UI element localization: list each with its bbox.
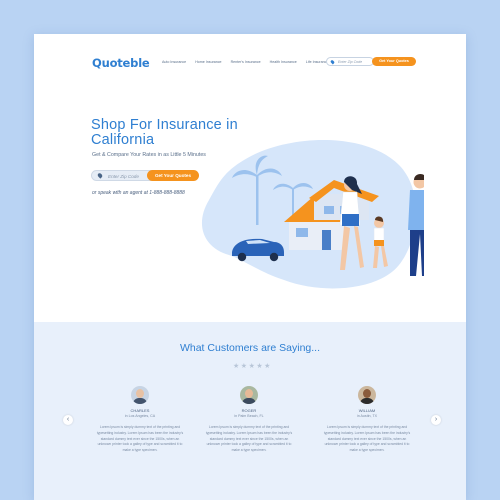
testimonials-title: What Customers are Saying... bbox=[179, 342, 321, 354]
agent-phone-text: or speak with an agent at 1-888-888-8888 bbox=[92, 190, 185, 196]
star-icon: ★ bbox=[240, 363, 248, 370]
customer-quote: Lorem Ipsum is simply dummy text of the … bbox=[205, 425, 293, 453]
location-pin-icon bbox=[330, 59, 335, 64]
avatar bbox=[358, 386, 376, 404]
family-house-illustration bbox=[201, 140, 424, 289]
testimonial-card: WILLIAM in Austin, TX Lorem Ipsum is sim… bbox=[317, 386, 417, 454]
star-icon: ★ bbox=[248, 363, 255, 370]
star-icon: ★ bbox=[233, 363, 240, 370]
nav-auto-insurance[interactable]: Auto Insurance bbox=[162, 60, 186, 64]
customer-name: CHARLES bbox=[130, 408, 150, 413]
landing-page: Quoteble Auto Insurance Home Insurance R… bbox=[34, 34, 466, 500]
customer-quote: Lorem Ipsum is simply dummy text of the … bbox=[323, 425, 411, 453]
avatar bbox=[131, 386, 149, 404]
rating-stars: ★ ★ ★ ★ ★ bbox=[233, 362, 270, 370]
nav-life-insurance[interactable]: Life Insurance bbox=[306, 60, 329, 64]
nav-health-insurance[interactable]: Health Insurance bbox=[270, 60, 297, 64]
customer-quote: Lorem Ipsum is simply dummy text of the … bbox=[96, 425, 184, 453]
customer-location: in Austin, TX bbox=[356, 414, 378, 418]
star-icon: ★ bbox=[264, 363, 271, 370]
header-get-quotes-button[interactable]: Get Your Quotes bbox=[372, 57, 416, 66]
logo[interactable]: Quoteble bbox=[92, 56, 150, 70]
header-zip-placeholder: Enter Zip Code bbox=[338, 60, 363, 64]
star-icon: ★ bbox=[256, 363, 263, 370]
location-pin-icon bbox=[96, 172, 104, 179]
hero-zip-input[interactable]: Enter Zip Code bbox=[91, 170, 153, 181]
chevron-left-icon[interactable]: ‹ bbox=[63, 415, 73, 425]
customer-location: in Los Angeles, CA bbox=[124, 414, 156, 418]
nav-home-insurance[interactable]: Home Insurance bbox=[195, 60, 221, 64]
customer-location: in Palm Beach, FL bbox=[234, 414, 264, 418]
header-zip-input[interactable]: Enter Zip Code bbox=[326, 57, 374, 66]
customer-name: WILLIAM bbox=[358, 408, 376, 413]
testimonial-card: CHARLES in Los Angeles, CA Lorem Ipsum i… bbox=[90, 386, 190, 454]
main-nav: Auto Insurance Home Insurance Renter's I… bbox=[162, 60, 328, 64]
avatar bbox=[240, 386, 258, 404]
chevron-right-icon[interactable]: › bbox=[431, 415, 441, 425]
customer-name: ROGER bbox=[241, 408, 257, 413]
nav-renters-insurance[interactable]: Renter's Insurance bbox=[231, 60, 261, 64]
hero-zip-placeholder: Enter Zip Code bbox=[108, 173, 139, 179]
testimonial-card: ROGER in Palm Beach, FL Lorem Ipsum is s… bbox=[199, 386, 299, 454]
